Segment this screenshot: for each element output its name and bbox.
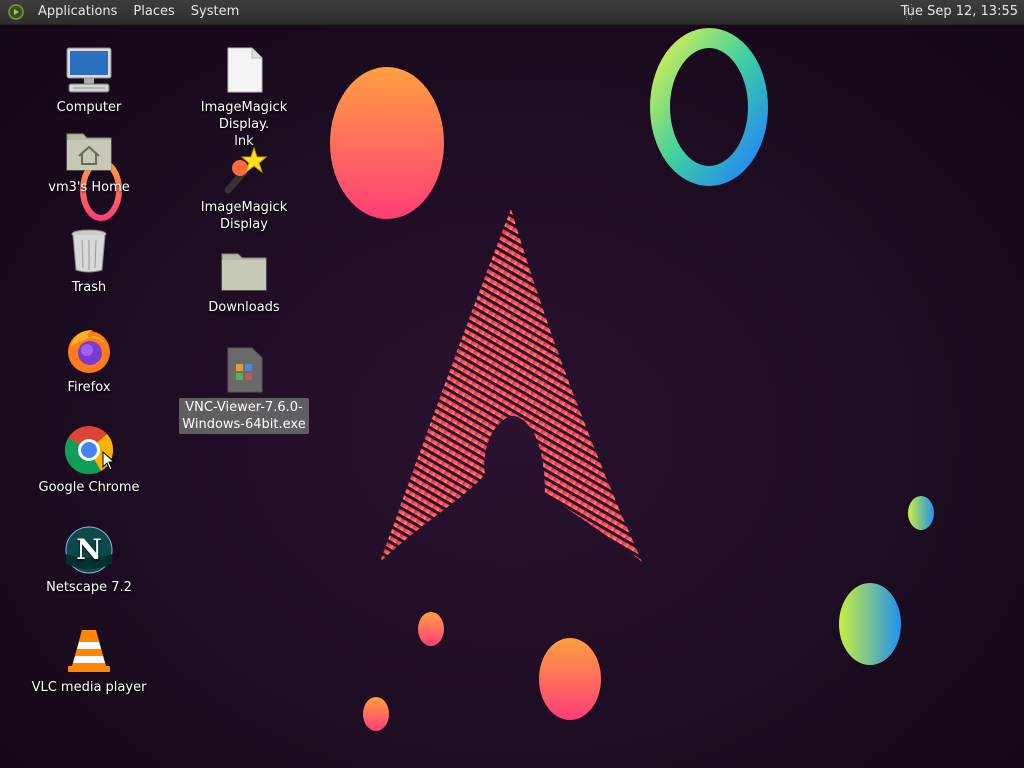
desktop-icon-label: vm3's Home — [48, 180, 130, 195]
mouse-pointer-icon — [102, 451, 116, 471]
desktop-icon-label: ImageMagick Display — [200, 200, 288, 232]
computer-icon — [66, 47, 112, 93]
desktop-icon-label: Downloads — [208, 300, 280, 315]
desktop-icon-home[interactable]: vm3's Home — [24, 124, 154, 197]
desktop-icon-trash[interactable]: Trash — [24, 224, 154, 297]
exe-file-icon — [227, 347, 263, 393]
firefox-icon — [68, 330, 110, 373]
home-folder-icon — [66, 133, 112, 171]
desktop-icon-label: Computer — [56, 100, 122, 115]
desktop-icon-label: Firefox — [67, 380, 111, 395]
clock[interactable]: Tue Sep 12, 13:55 — [899, 0, 1020, 24]
desktop-icon-label: Google Chrome — [38, 480, 140, 495]
desktop-icon-label: VLC media player — [31, 680, 147, 695]
menu-places[interactable]: Places — [125, 0, 182, 24]
netscape-icon: N — [65, 526, 113, 574]
desktop-icon-label: VNC-Viewer-7.6.0- Windows-64bit.exe — [179, 398, 309, 434]
desktop-icon-label: Trash — [71, 280, 107, 295]
desktop-icon-netscape[interactable]: N Netscape 7.2 — [24, 524, 154, 597]
desktop[interactable]: Computer vm3's Home Trash Firefox Google… — [0, 24, 1024, 768]
file-icon — [227, 47, 263, 93]
svg-text:N: N — [76, 533, 102, 566]
desktop-icon-firefox[interactable]: Firefox — [24, 324, 154, 397]
desktop-icon-label: Netscape 7.2 — [46, 580, 132, 595]
desktop-icon-computer[interactable]: Computer — [24, 44, 154, 117]
folder-icon — [221, 253, 267, 291]
desktop-icon-imagemagick[interactable]: ImageMagick Display — [179, 144, 309, 234]
vlc-icon — [68, 630, 110, 672]
trash-icon — [71, 229, 107, 273]
desktop-icon-vnc-viewer-exe[interactable]: VNC-Viewer-7.6.0- Windows-64bit.exe — [179, 344, 309, 434]
desktop-icon-vlc[interactable]: VLC media player — [24, 624, 154, 697]
top-panel: Applications Places System Tue Sep 12, 1… — [0, 0, 1024, 25]
desktop-icon-chrome[interactable]: Google Chrome — [24, 424, 154, 497]
menu-applications[interactable]: Applications — [30, 0, 125, 24]
menu-logo-icon[interactable] — [8, 4, 24, 20]
menu-system[interactable]: System — [183, 0, 247, 24]
imagemagick-icon — [224, 146, 268, 194]
desktop-icon-imagemagick-lnk[interactable]: ImageMagick Display. lnk — [179, 44, 309, 151]
desktop-icon-downloads[interactable]: Downloads — [179, 244, 309, 317]
